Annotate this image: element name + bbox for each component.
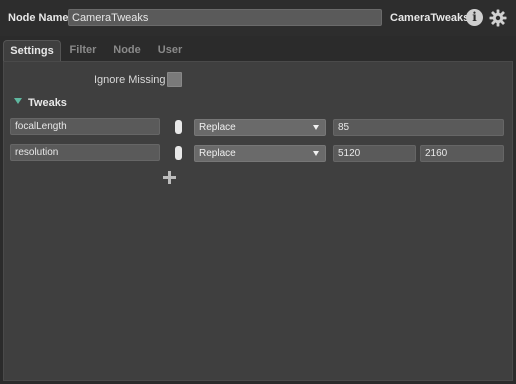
tweaks-group-title: Tweaks — [28, 97, 67, 109]
tweak-name-field[interactable]: focalLength — [10, 118, 160, 135]
tweak-value-field[interactable]: 85 — [333, 119, 504, 136]
tab-node[interactable]: Node — [108, 40, 146, 61]
settings-panel — [3, 61, 513, 381]
tweak-mode-dropdown[interactable]: Replace — [194, 119, 326, 136]
chevron-down-icon — [313, 151, 319, 156]
tweak-mode-dropdown[interactable]: Replace — [194, 145, 326, 162]
tweak-value-field-y[interactable]: 2160 — [420, 145, 504, 162]
node-name-label: Node Name — [8, 12, 69, 24]
node-type-label: CameraTweaks — [390, 12, 470, 24]
tweak-value-field-x[interactable]: 5120 — [333, 145, 416, 162]
tweak-name-field[interactable]: resolution — [10, 144, 160, 161]
gear-icon[interactable] — [488, 8, 508, 28]
tab-bar: Settings Filter Node User — [0, 38, 516, 62]
tweak-mode-value: Replace — [199, 148, 236, 159]
ignore-missing-label: Ignore Missing — [94, 74, 166, 86]
tab-settings[interactable]: Settings — [3, 40, 61, 62]
tab-filter[interactable]: Filter — [64, 40, 102, 61]
plus-icon[interactable] — [163, 171, 176, 184]
ignore-missing-checkbox[interactable] — [167, 72, 182, 87]
info-icon[interactable]: i — [466, 9, 483, 26]
node-header: Node Name CameraTweaks CameraTweaks i — [0, 0, 516, 36]
tab-user[interactable]: User — [152, 40, 188, 61]
triangle-down-icon[interactable] — [14, 98, 22, 104]
chevron-down-icon — [313, 125, 319, 130]
tweak-enable-toggle[interactable] — [175, 120, 182, 134]
node-name-input[interactable]: CameraTweaks — [68, 9, 382, 26]
tweak-enable-toggle[interactable] — [175, 146, 182, 160]
tweak-mode-value: Replace — [199, 122, 236, 133]
